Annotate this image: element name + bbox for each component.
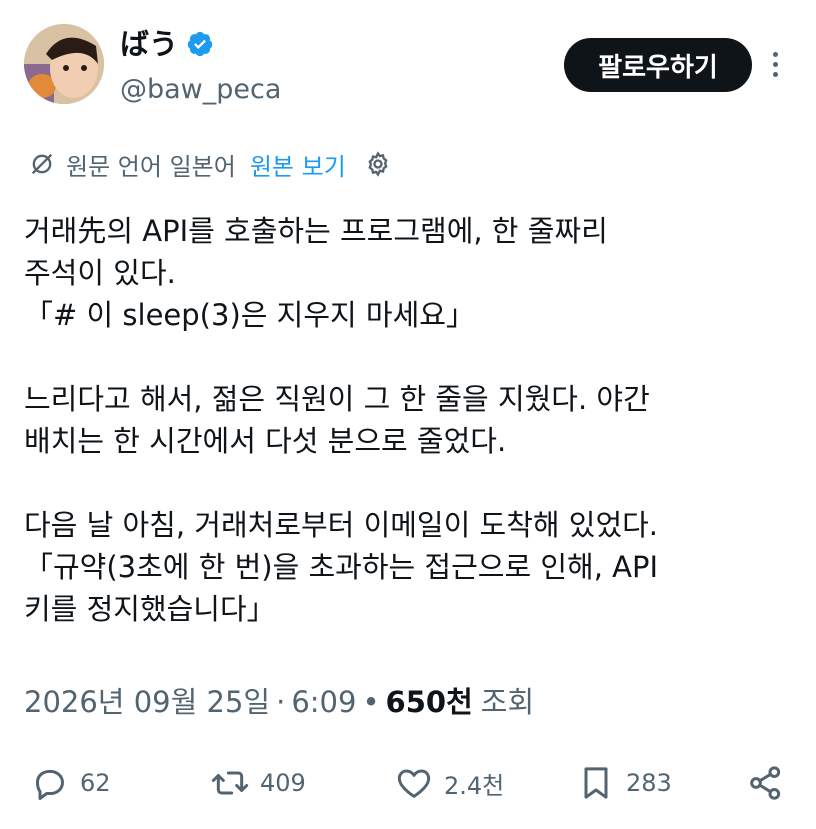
follow-button[interactable]: 팔로우하기 bbox=[564, 38, 752, 92]
like-count: 2.4천 bbox=[444, 771, 505, 800]
avatar[interactable] bbox=[24, 24, 104, 104]
repost-count: 409 bbox=[260, 769, 306, 797]
tweet-meta: 2026년 09월 25일 · 6:09 • 650천 조회 bbox=[24, 680, 534, 724]
views-label: 조회 bbox=[480, 685, 535, 719]
more-options-icon[interactable] bbox=[760, 46, 790, 82]
verified-badge-icon bbox=[187, 31, 213, 57]
translation-notice-text: 원문 언어 일본어 bbox=[66, 152, 236, 181]
tweet-date[interactable]: 2026년 09월 25일 bbox=[24, 680, 270, 724]
display-name[interactable]: ばう bbox=[120, 24, 214, 64]
like-button[interactable]: 2.4천 bbox=[394, 758, 504, 808]
meta-separator: · bbox=[276, 685, 286, 719]
reply-button[interactable]: 62 bbox=[30, 758, 111, 808]
share-icon bbox=[750, 766, 781, 800]
avatar-image bbox=[24, 24, 104, 104]
repost-icon bbox=[211, 771, 249, 795]
gear-icon[interactable] bbox=[364, 150, 392, 178]
handle[interactable]: @baw_peca bbox=[120, 72, 281, 108]
reply-count: 62 bbox=[80, 769, 111, 797]
translate-icon bbox=[31, 153, 53, 175]
bookmark-icon bbox=[584, 767, 608, 799]
tweet-time[interactable]: 6:09 bbox=[291, 680, 356, 724]
action-bar: 62 409 2.4천 283 bbox=[28, 758, 798, 808]
heart-icon bbox=[397, 769, 431, 798]
show-original-link[interactable]: 원본 보기 bbox=[250, 147, 346, 182]
share-button[interactable] bbox=[746, 758, 786, 808]
display-name-text: ばう bbox=[120, 27, 179, 61]
bookmark-button[interactable]: 283 bbox=[576, 758, 672, 808]
tweet-text: 거래先의 API를 호출하는 프로그램에, 한 줄짜리 주석이 있다. 「# 이… bbox=[24, 214, 659, 626]
translation-notice: 원문 언어 일본어 원본 보기 bbox=[28, 144, 392, 184]
bookmark-count: 283 bbox=[626, 769, 672, 797]
views-count[interactable]: 650천 bbox=[386, 680, 473, 724]
repost-button[interactable]: 409 bbox=[210, 758, 306, 808]
reply-icon bbox=[36, 769, 64, 800]
meta-separator: • bbox=[362, 685, 380, 719]
